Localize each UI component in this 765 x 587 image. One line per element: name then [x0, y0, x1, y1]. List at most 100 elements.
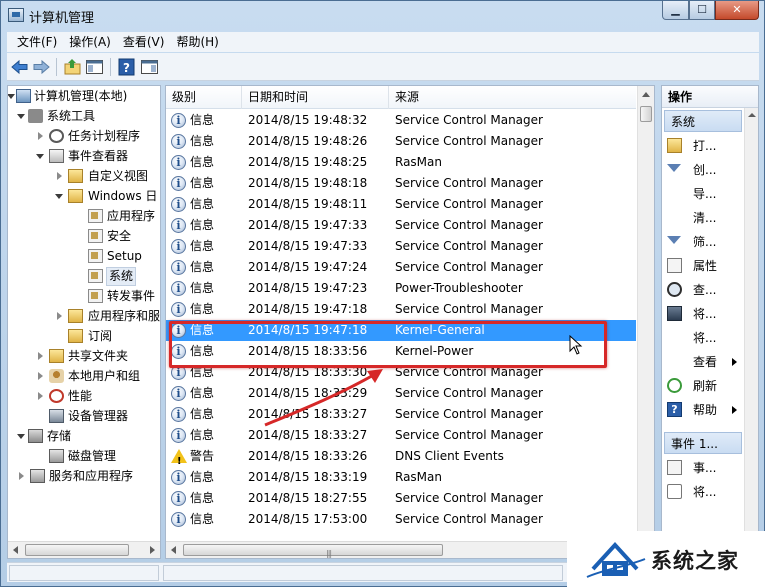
event-row[interactable]: i 信息 2014/8/15 18:33:56 Kernel-Power	[166, 341, 636, 362]
action-item[interactable]: 将...	[662, 326, 744, 350]
expand-arrow-icon[interactable]	[38, 132, 43, 140]
users-groups-icon	[49, 369, 64, 383]
expand-arrow-icon[interactable]	[19, 472, 24, 480]
scroll-thumb[interactable]	[640, 106, 652, 122]
computer-management-icon	[16, 89, 31, 103]
scroll-thumb[interactable]: |||	[183, 544, 443, 558]
title-bar[interactable]: 计算机管理 ▁ ☐ ✕	[1, 1, 764, 31]
event-source: Service Control Manager	[395, 134, 543, 148]
up-folder-icon[interactable]	[63, 58, 82, 76]
tree-node-label: Windows 日	[88, 189, 158, 203]
event-row[interactable]: i 信息 2014/8/15 19:47:33 Service Control Man…	[166, 236, 636, 257]
event-row[interactable]: i 信息 2014/8/15 18:27:55 Service Control Man…	[166, 488, 636, 509]
event-row[interactable]: i 信息 2014/8/15 19:48:18 Service Control Man…	[166, 173, 636, 194]
action-item[interactable]: 事...	[662, 456, 744, 480]
scroll-right-icon[interactable]	[150, 546, 155, 554]
collapse-arrow-icon[interactable]	[17, 114, 25, 119]
event-row[interactable]: i 信息 2014/8/15 19:48:26 Service Control Man…	[166, 131, 636, 152]
tree-node-label: 安全	[107, 229, 132, 243]
collapse-arrow-icon[interactable]	[36, 154, 44, 159]
action-item[interactable]: 属性	[662, 254, 744, 278]
action-item[interactable]: 导...	[662, 182, 744, 206]
action-item[interactable]: 创...	[662, 158, 744, 182]
action-item[interactable]: 查...	[662, 278, 744, 302]
collapse-arrow-icon[interactable]	[55, 194, 63, 199]
action-item[interactable]: 清...	[662, 206, 744, 230]
help-icon[interactable]: ?	[117, 58, 136, 76]
event-list-vertical-scrollbar[interactable]	[637, 86, 654, 542]
expand-arrow-icon[interactable]	[57, 172, 62, 180]
collapse-arrow-icon[interactable]	[17, 434, 25, 439]
expand-arrow-icon[interactable]	[38, 352, 43, 360]
menu-action[interactable]: 操作(A)	[63, 32, 117, 52]
expand-arrow-icon[interactable]	[57, 312, 62, 320]
event-row[interactable]: i 信息 2014/8/15 18:33:30 Service Control Man…	[166, 362, 636, 383]
show-hide-tree-icon[interactable]	[85, 58, 104, 76]
scroll-left-icon[interactable]	[13, 546, 18, 554]
collapse-arrow-icon[interactable]	[8, 94, 15, 99]
expand-arrow-icon[interactable]	[38, 392, 43, 400]
device-manager-icon	[49, 409, 64, 423]
action-item[interactable]: 打...	[662, 134, 744, 158]
tree-horizontal-scrollbar[interactable]	[8, 541, 160, 558]
action-item[interactable]: 筛...	[662, 230, 744, 254]
tree-node-label: 磁盘管理	[68, 449, 117, 463]
action-item[interactable]: ? 帮助	[662, 398, 744, 422]
event-row[interactable]: i 信息 2014/8/15 19:47:18 Kernel-General	[166, 320, 636, 341]
event-source: Service Control Manager	[395, 239, 543, 253]
tree-node-label: 性能	[68, 389, 93, 403]
actions-section-system[interactable]: 系统	[664, 110, 753, 132]
event-datetime: 2014/8/15 18:27:55	[248, 491, 368, 505]
event-row[interactable]: i 信息 2014/8/15 19:48:11 Service Control Man…	[166, 194, 636, 215]
action-item[interactable]: 将...	[662, 480, 744, 504]
close-button[interactable]: ✕	[715, 1, 759, 20]
event-row[interactable]: i 信息 2014/8/15 18:33:19 RasMan	[166, 467, 636, 488]
minimize-button[interactable]: ▁	[662, 1, 689, 20]
event-row[interactable]: i 信息 2014/8/15 19:48:25 RasMan	[166, 152, 636, 173]
event-level: 信息	[190, 344, 215, 358]
log-icon	[88, 229, 103, 243]
info-icon: i	[171, 197, 186, 212]
column-header-source[interactable]: 来源	[389, 86, 636, 109]
action-item[interactable]: 将...	[662, 302, 744, 326]
event-row[interactable]: 警告 2014/8/15 18:33:26 DNS Client Events	[166, 446, 636, 472]
services-apps-icon	[30, 469, 45, 483]
event-level: 信息	[190, 155, 215, 169]
column-header-level[interactable]: 级别	[166, 86, 242, 109]
event-row[interactable]: i 信息 2014/8/15 19:47:18 Service Control Man…	[166, 299, 636, 320]
actions-section-event[interactable]: 事件 1...	[664, 432, 753, 454]
scroll-left-icon[interactable]	[171, 546, 176, 554]
event-source: Kernel-General	[395, 323, 485, 337]
back-arrow-icon[interactable]	[10, 58, 29, 76]
scroll-up-icon[interactable]	[642, 92, 650, 97]
find-icon	[667, 282, 682, 297]
event-row[interactable]: i 信息 2014/8/15 18:33:27 Service Control Man…	[166, 404, 636, 425]
action-item[interactable]: 查看	[662, 350, 744, 374]
event-row[interactable]: i 信息 2014/8/15 17:53:00 Service Control Man…	[166, 509, 636, 530]
action-label: 筛...	[693, 235, 717, 249]
event-row[interactable]: i 信息 2014/8/15 19:47:24 Service Control Man…	[166, 257, 636, 278]
event-row[interactable]: i 信息 2014/8/15 19:48:32 Service Control Man…	[166, 110, 636, 131]
menu-help[interactable]: 帮助(H)	[170, 32, 224, 52]
column-header-datetime[interactable]: 日期和时间	[242, 86, 389, 109]
event-row[interactable]: i 信息 2014/8/15 19:47:33 Service Control Man…	[166, 215, 636, 236]
shared-folder-icon	[49, 349, 64, 363]
event-row[interactable]: i 信息 2014/8/15 19:47:23 Power-Troubleshoote…	[166, 278, 636, 299]
menu-view[interactable]: 查看(V)	[117, 32, 171, 52]
menu-file[interactable]: 文件(F)	[11, 32, 63, 52]
expand-arrow-icon[interactable]	[38, 372, 43, 380]
event-row[interactable]: i 信息 2014/8/15 18:33:27 Service Control Man…	[166, 425, 636, 446]
forward-arrow-icon[interactable]	[32, 58, 51, 76]
computer-management-window: 计算机管理 ▁ ☐ ✕ 文件(F) 操作(A) 查看(V) 帮助(H) ? 计算…	[0, 0, 765, 587]
tree-node-label: 服务和应用程序	[49, 469, 134, 483]
actions-vertical-scrollbar[interactable]	[744, 108, 758, 558]
show-hide-action-pane-icon[interactable]	[140, 58, 159, 76]
scroll-up-icon[interactable]	[748, 113, 756, 117]
info-icon: i	[171, 344, 186, 359]
action-item[interactable]: 刷新	[662, 374, 744, 398]
scroll-thumb[interactable]	[25, 544, 129, 556]
action-label: 刷新	[693, 379, 718, 393]
status-cell	[163, 565, 563, 581]
maximize-button[interactable]: ☐	[689, 1, 715, 20]
event-row[interactable]: i 信息 2014/8/15 18:33:29 Service Control Man…	[166, 383, 636, 404]
